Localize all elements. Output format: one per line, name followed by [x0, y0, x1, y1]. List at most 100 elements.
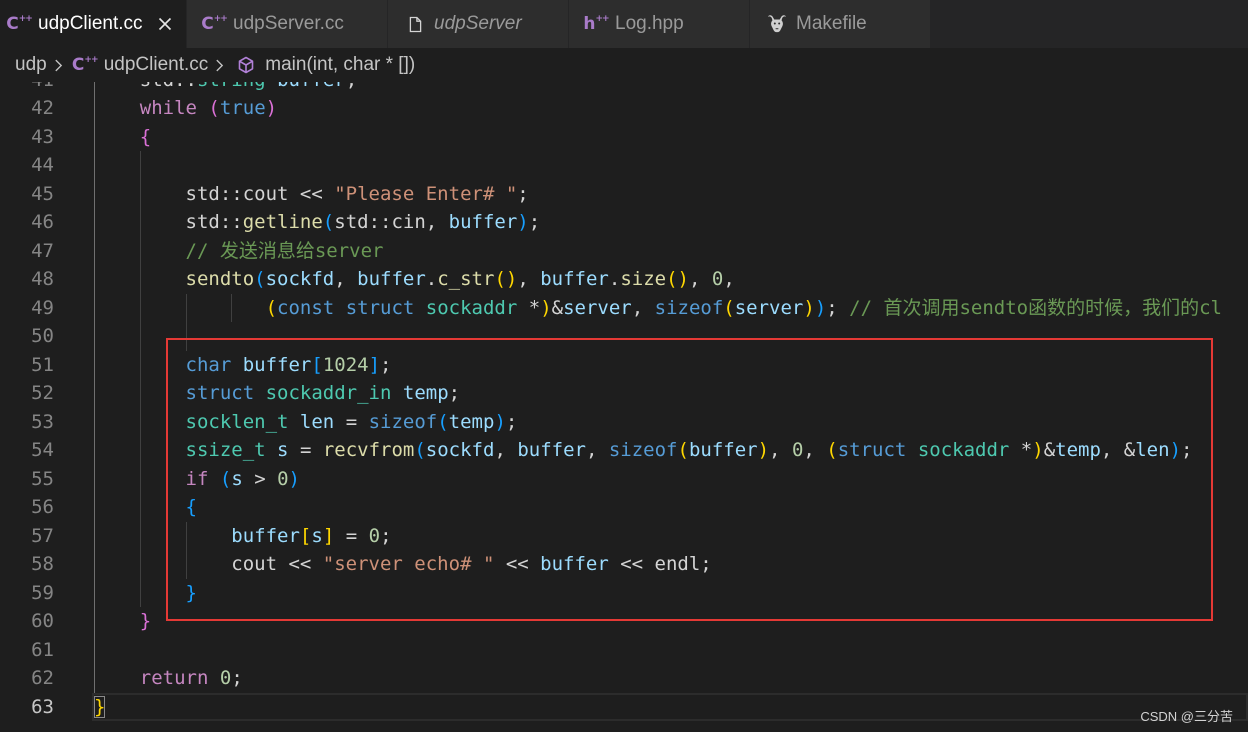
chevron-right-icon [216, 59, 224, 71]
keyword-token: while [139, 97, 197, 119]
code-line-44[interactable] [0, 151, 1248, 180]
bracket-token: { [139, 125, 152, 148]
bracket-token: ) [540, 296, 552, 319]
code-text: ; [346, 82, 357, 91]
code-text: std:: [140, 82, 197, 91]
bracket-token: ) [803, 296, 815, 319]
tab-label: udpServer.cc [233, 13, 344, 34]
code-text: , [723, 268, 735, 290]
code-text: ; [517, 182, 529, 205]
tab-bar: udpClient.cc udpServer.cc udpServer Log.… [0, 0, 1248, 48]
number-token: 0 [219, 667, 232, 689]
tab-udpserver-cc[interactable]: udpServer.cc [187, 0, 387, 48]
code-text: & [551, 296, 564, 319]
code-line-61[interactable] [0, 636, 1248, 665]
bracket-token: ( [254, 268, 266, 290]
code-line-43[interactable]: { [0, 123, 1248, 152]
symbol-method-icon [235, 54, 257, 76]
code-text: . [608, 268, 621, 290]
variable-token: buffer [277, 82, 346, 91]
type-token: sockaddr [425, 296, 518, 319]
variable-token: server [734, 296, 804, 319]
code-line-42[interactable]: while (true) [0, 94, 1248, 123]
watermark: CSDN @三分苦 [1140, 709, 1233, 724]
cpp-icon [203, 13, 225, 35]
code-text: ; [231, 667, 243, 689]
bracket-token: ( [723, 296, 735, 319]
file-icon [404, 13, 426, 35]
type-token: string [197, 82, 266, 91]
code-line-62[interactable]: return 0; [0, 664, 1248, 693]
tab-label: udpServer [434, 13, 522, 34]
code-text: , [631, 296, 655, 319]
code-text: . [425, 268, 438, 290]
bracket-token: () [666, 268, 689, 290]
variable-token: sockfd [265, 268, 335, 290]
number-token: 0 [711, 268, 724, 290]
string-token: "Please Enter# " [334, 182, 518, 205]
comment-token: // 首次调用sendto函数的时候，我们的cl [849, 296, 1223, 319]
storage-keyword-token: true [219, 97, 266, 119]
comment-token: // 发送消息给server [185, 239, 384, 262]
tab-udpserver[interactable]: udpServer [388, 0, 568, 48]
tab-makefile[interactable]: Makefile [750, 0, 930, 48]
code-text: , [517, 268, 541, 290]
bracket-token: ( [322, 211, 335, 233]
function-token: getline [242, 211, 323, 233]
keyword-token: return [139, 667, 209, 689]
cpp-icon [8, 13, 30, 35]
code-text: , [334, 268, 358, 290]
tab-label: Makefile [796, 13, 867, 34]
code-text: std::cin, [334, 211, 449, 233]
code-line-48[interactable]: sendto(sockfd, buffer.c_str(), buffer.si… [0, 265, 1248, 294]
code-text: , [688, 268, 712, 290]
makefile-icon [766, 13, 788, 35]
function-token: size [620, 268, 667, 290]
code-text: ; [826, 296, 850, 319]
tab-label: Log.hpp [615, 13, 684, 34]
code-line-49[interactable]: (const struct sockaddr *)&server, sizeof… [0, 294, 1248, 323]
code-text: std:: [185, 211, 243, 233]
breadcrumb-symbol[interactable]: main(int, char * []) [265, 54, 415, 76]
cpp-icon [74, 54, 96, 76]
bracket-token: } [139, 610, 152, 632]
tab-log-hpp[interactable]: Log.hpp [569, 0, 749, 48]
chevron-right-icon [55, 59, 62, 71]
code-line-63[interactable]: } [0, 693, 1248, 722]
code-text: * [517, 296, 541, 319]
breadcrumb: udp udpClient.cc main(int, char * []) [0, 48, 1248, 82]
bracket-token: ) [517, 211, 529, 233]
storage-keyword-token: sizeof [654, 296, 724, 319]
hpp-icon [585, 13, 607, 35]
breadcrumb-folder[interactable]: udp [15, 54, 47, 76]
close-icon[interactable] [158, 17, 172, 31]
code-line-46[interactable]: std::getline(std::cin, buffer); [0, 208, 1248, 237]
annotation-box [166, 338, 1213, 621]
code-line-45[interactable]: std::cout << "Please Enter# "; [0, 180, 1248, 209]
bracket-token: ) [265, 97, 278, 119]
bracket-token: } [94, 695, 106, 718]
variable-token: buffer [357, 268, 426, 290]
tab-label: udpClient.cc [38, 13, 143, 34]
bracket-token: ( [208, 97, 220, 119]
variable-token: server [563, 296, 632, 319]
tab-udpclient-cc[interactable]: udpClient.cc [0, 0, 186, 48]
function-token: sendto [185, 268, 255, 290]
code-text: ; [528, 211, 541, 233]
bracket-token: ( [265, 296, 278, 319]
breadcrumb-file[interactable]: udpClient.cc [104, 54, 209, 76]
bracket-token: () [494, 268, 518, 290]
bracket-token: ) [814, 296, 827, 319]
code-line-41[interactable]: std::string buffer; [0, 82, 1248, 94]
storage-keyword-token: const [277, 296, 335, 319]
variable-token: buffer [448, 211, 518, 233]
code-text: std::cout << [185, 182, 335, 205]
function-token: c_str [437, 268, 495, 290]
code-line-47[interactable]: // 发送消息给server [0, 237, 1248, 266]
storage-keyword-token: struct [345, 296, 415, 319]
